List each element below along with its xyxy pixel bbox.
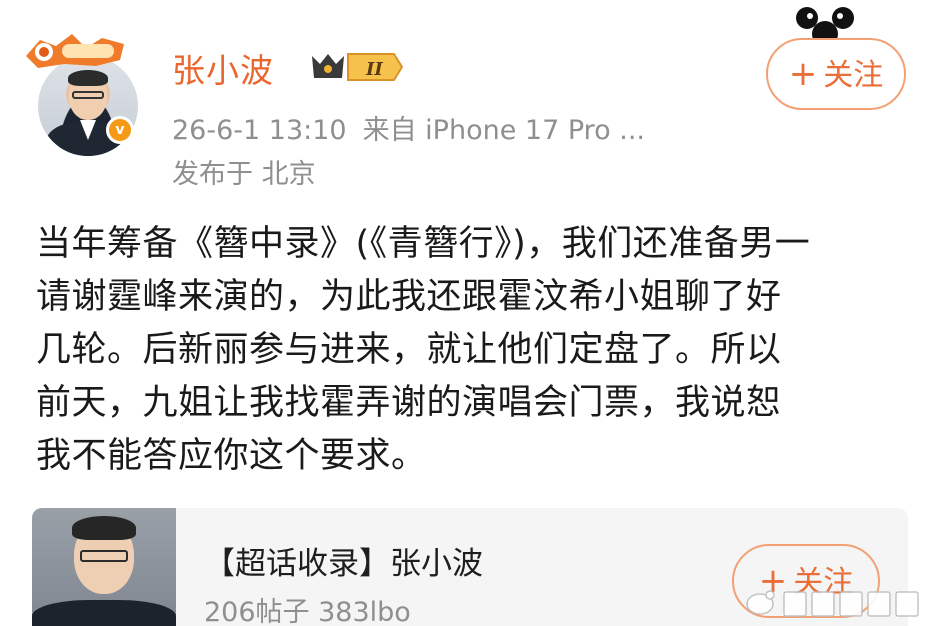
post-time: 26-6-1 13:10 [172,115,347,146]
topic-title: 【超话收录】张小波 [204,546,483,582]
post-meta: 26-6-1 13:10 来自 iPhone 17 Pro ... [172,108,645,147]
post-body: 当年筹备《簪中录》(《青簪行》)，我们还准备男一 请谢霆峰来演的，为此我还跟霍汶… [36,218,920,483]
level-badge-text: II [365,59,383,80]
post-text-line: 前天，九姐让我找霍弄谢的演唱会门票，我说恕 [36,383,782,423]
plus-icon: + [788,54,818,94]
follow-button[interactable]: + 关注 [766,38,906,110]
post-source[interactable]: 来自 iPhone 17 Pro ... [363,115,645,146]
verified-badge-icon: v [106,116,134,144]
topic-thumbnail [32,508,176,626]
avatar-pendant-icon [26,34,124,68]
post-text-line: 请谢霆峰来演的，为此我还跟霍汶希小姐聊了好 [36,277,782,317]
follow-button-label: 关注 [823,58,884,93]
topic-stats: 206帖子 383lbo [204,597,411,626]
post-location: 发布于 北京 [172,159,316,190]
post-text-line: 几轮。后新丽参与进来，就让他们定盘了。所以 [36,330,782,370]
watermark-logo [746,590,919,617]
post-text-line: 我不能答应你这个要求。 [36,436,427,476]
post-text-line: 当年筹备《簪中录》(《青簪行》)，我们还准备男一 [36,224,811,264]
author-name[interactable]: 张小波 [172,44,274,92]
level-badge-icon: II [312,53,404,81]
